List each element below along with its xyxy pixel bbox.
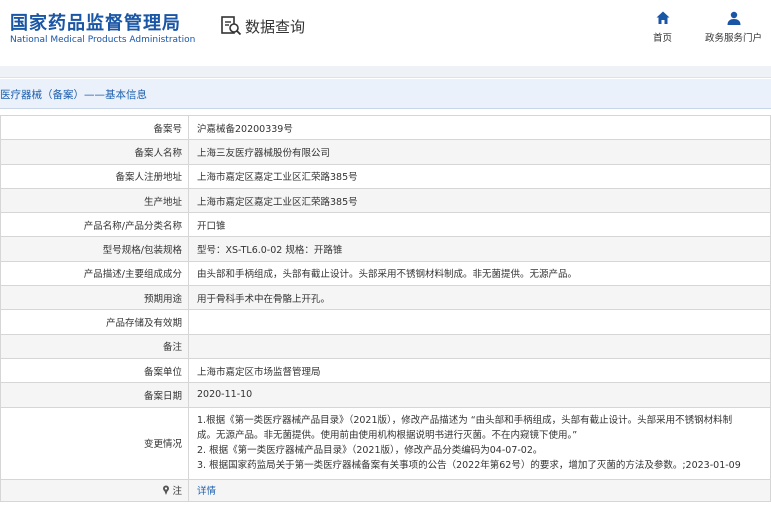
- field-value: [188, 333, 771, 359]
- field-value: 开口锥: [188, 212, 771, 238]
- nav-government-services[interactable]: 政务服务门户: [705, 10, 762, 44]
- table-row-changes: 变更情况 1.根据《第一类医疗器械产品目录》（2021版），修改产品描述为 “由…: [0, 406, 771, 480]
- table-row: 备案人注册地址 上海市嘉定区嘉定工业区汇荣路385号: [0, 163, 771, 189]
- nav-government-services-label: 政务服务门户: [705, 33, 763, 44]
- home-icon: [656, 11, 669, 24]
- nav-home-label: 首页: [653, 33, 673, 44]
- field-value: 沪嘉械备20200339号: [188, 114, 771, 141]
- field-label: 产品存储及有效期: [0, 309, 189, 335]
- field-value: 2020-11-10: [188, 382, 771, 408]
- field-value: [188, 309, 771, 335]
- field-value: 上海三友医疗器械股份有限公司: [188, 139, 771, 165]
- field-label: 产品名称/产品分类名称: [0, 212, 189, 238]
- document-search-icon: [221, 16, 242, 36]
- field-value: 上海市嘉定区嘉定工业区汇荣路385号: [188, 163, 771, 189]
- user-icon: [727, 11, 740, 25]
- table-row: 产品存储及有效期: [0, 309, 771, 335]
- field-value: 型号：XS-TL6.0-02 规格：开路锥: [188, 236, 771, 262]
- field-label: 备案单位: [0, 357, 189, 384]
- note-label: 注: [172, 486, 182, 498]
- header-divider-band: [0, 66, 771, 78]
- site-logo-chinese[interactable]: 国家药品监督管理局: [10, 9, 181, 35]
- field-value: 上海市嘉定区市场监督管理局: [188, 357, 771, 384]
- table-row: 备案单位 上海市嘉定区市场监督管理局: [0, 357, 771, 384]
- note-value: 详情: [188, 478, 771, 502]
- site-header: 国家药品监督管理局 National Medical Products Admi…: [0, 0, 771, 66]
- field-value: 由头部和手柄组成，头部有截止设计。头部采用不锈钢材料制成。非无菌提供。无源产品。: [188, 260, 771, 287]
- data-query-label: 数据查询: [245, 17, 306, 36]
- table-row: 备案号 沪嘉械备20200339号: [0, 114, 771, 141]
- details-link[interactable]: 详情: [197, 486, 216, 497]
- table-row: 生产地址 上海市嘉定区嘉定工业区汇荣路385号: [0, 187, 771, 214]
- table-row: 备注: [0, 333, 771, 359]
- change-line: 成。无源产品。非无菌提供。使用前由使用机构根据说明书进行灭菌。不在内窥镜下使用。…: [197, 430, 578, 442]
- record-info-table: 备案号 沪嘉械备20200339号 备案人名称 上海三友医疗器械股份有限公司 备…: [0, 114, 771, 502]
- table-row: 产品名称/产品分类名称 开口锥: [0, 212, 771, 238]
- table-row: 产品描述/主要组成成分 由头部和手柄组成，头部有截止设计。头部采用不锈钢材料制成…: [0, 260, 771, 287]
- field-label: 产品描述/主要组成成分: [0, 260, 189, 287]
- pin-icon: [163, 485, 170, 496]
- data-query-title: 数据查询: [220, 14, 305, 38]
- table-row: 预期用途 用于骨科手术中在骨骼上开孔。: [0, 285, 771, 311]
- field-label: 变更情况: [0, 406, 189, 480]
- field-label: 生产地址: [0, 187, 189, 214]
- change-line: 3. 根据国家药监局关于第一类医疗器械备案有关事项的公告（2022年第62号）的…: [197, 460, 741, 472]
- field-label: 备案号: [0, 114, 189, 141]
- field-label: 型号规格/包装规格: [0, 236, 189, 262]
- section-header: 医疗器械（备案）——基本信息: [0, 79, 771, 109]
- change-line: 1.根据《第一类医疗器械产品目录》（2021版），修改产品描述为 “由头部和手柄…: [197, 415, 733, 427]
- site-logo-english[interactable]: National Medical Products Administration: [10, 35, 195, 45]
- table-row-note: 注 详情: [0, 478, 771, 502]
- note-label-cell: 注: [0, 478, 189, 502]
- field-label: 备案日期: [0, 382, 189, 408]
- change-history: 1.根据《第一类医疗器械产品目录》（2021版），修改产品描述为 “由头部和手柄…: [188, 406, 771, 480]
- field-label: 预期用途: [0, 285, 189, 311]
- change-line: 2. 根据《第一类医疗器械产品目录》（2021版），修改产品分类编码为04-07…: [197, 445, 543, 457]
- field-label: 备案人注册地址: [0, 163, 189, 189]
- field-value: 上海市嘉定区嘉定工业区汇荣路385号: [188, 187, 771, 214]
- table-row: 型号规格/包装规格 型号：XS-TL6.0-02 规格：开路锥: [0, 236, 771, 262]
- table-row: 备案日期 2020-11-10: [0, 382, 771, 408]
- nav-home[interactable]: 首页: [653, 10, 672, 44]
- field-value: 用于骨科手术中在骨骼上开孔。: [188, 285, 771, 311]
- table-row: 备案人名称 上海三友医疗器械股份有限公司: [0, 139, 771, 165]
- field-label: 备注: [0, 333, 189, 359]
- section-title: 医疗器械（备案）——基本信息: [0, 89, 147, 101]
- field-label: 备案人名称: [0, 139, 189, 165]
